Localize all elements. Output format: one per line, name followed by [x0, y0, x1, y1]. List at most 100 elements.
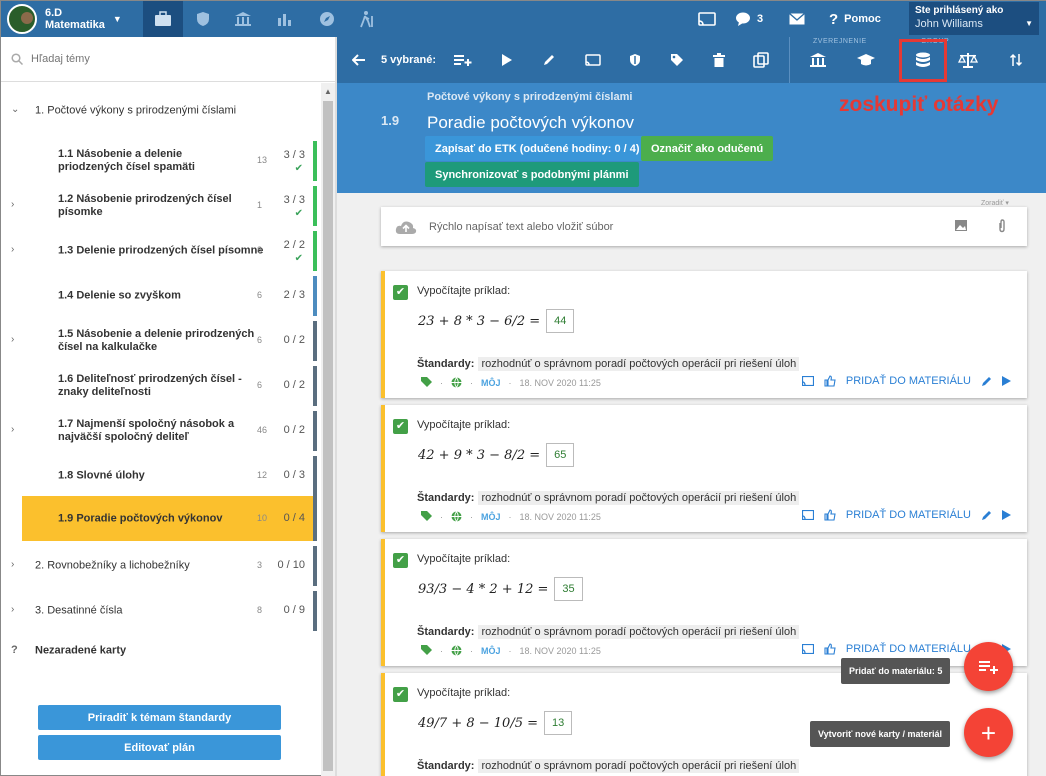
add-to-material-fab[interactable]: [964, 642, 1013, 691]
question-card[interactable]: ✔ Vypočítajte príklad: 42 + 9 * 3 − 8/2 = 6…: [381, 405, 1027, 532]
nav-compass-icon[interactable]: [315, 1, 339, 37]
expand-caret-icon[interactable]: ›: [11, 424, 14, 435]
mark-taught-button[interactable]: Označiť ako odučenú: [641, 136, 774, 161]
institution-icon[interactable]: [805, 37, 831, 83]
topic-item[interactable]: 1.1 Násobenie a delenie priodzených číse…: [1, 141, 317, 181]
messages-button[interactable]: 3: [735, 1, 771, 37]
standard-chip[interactable]: rozhodnúť o správnom poradí počtových op…: [478, 625, 800, 639]
select-checkbox[interactable]: ✔: [393, 553, 408, 568]
pencil-icon[interactable]: [981, 376, 992, 387]
globe-icon[interactable]: [451, 377, 462, 388]
standard-chip[interactable]: rozhodnúť o správnom poradí počtových op…: [478, 491, 800, 505]
quick-input-placeholder[interactable]: Rýchlo napísať text alebo vložiť súbor: [429, 221, 613, 233]
topic-item[interactable]: › 1.3 Delenie prirodzených čísel písomne 8…: [1, 231, 317, 271]
question-icon[interactable]: ?: [11, 644, 18, 656]
quick-input-card[interactable]: Rýchlo napísať text alebo vložiť súbor: [381, 207, 1027, 246]
help-button[interactable]: ? Pomoc: [829, 1, 895, 37]
tag-icon[interactable]: [421, 377, 432, 388]
answer-box[interactable]: 65: [546, 443, 575, 467]
standard-chip[interactable]: rozhodnúť o správnom poradí počtových op…: [478, 357, 800, 371]
add-to-material-link[interactable]: PRIDAŤ DO MATERIÁLU: [846, 643, 971, 655]
cast-icon[interactable]: [801, 510, 814, 520]
graduation-cap-icon[interactable]: [853, 37, 879, 83]
add-to-list-icon[interactable]: [451, 37, 475, 83]
answer-box[interactable]: 13: [544, 711, 573, 735]
etk-button[interactable]: Zapísať do ETK (odučené hodiny: 0 / 4): [425, 136, 650, 161]
unassigned-cards-item[interactable]: ? Nezaradené karty: [1, 636, 317, 666]
trash-icon[interactable]: [707, 37, 731, 83]
nav-institution-icon[interactable]: [231, 1, 255, 37]
topic-item[interactable]: 1.6 Deliteľnosť prirodzených čísel - zna…: [1, 366, 317, 406]
topic-item[interactable]: › 2. Rovnobežníky a lichobežníky 3 0 / 10: [1, 546, 317, 586]
class-switcher[interactable]: 6.D Matematika ▼: [1, 1, 141, 37]
topic-item[interactable]: 1.8 Slovné úlohy 12 0 / 3: [1, 456, 317, 496]
expand-caret-icon[interactable]: ›: [11, 334, 14, 345]
cast-icon[interactable]: [801, 644, 814, 654]
globe-icon[interactable]: [451, 645, 462, 656]
topic-item[interactable]: ⌄ 1. Počtové výkony s prirodzenými číslam…: [1, 97, 317, 125]
assign-standards-button[interactable]: Priradiť k témam štandardy: [38, 705, 281, 730]
search-input[interactable]: [31, 53, 311, 65]
add-to-material-link[interactable]: PRIDAŤ DO MATERIÁLU: [846, 375, 971, 387]
breadcrumb-parent[interactable]: Počtové výkony s prirodzenými číslami: [427, 91, 632, 103]
thumb-up-icon[interactable]: [824, 375, 836, 387]
expand-caret-icon[interactable]: ›: [11, 559, 14, 570]
sync-plans-button[interactable]: Synchronizovať s podobnými plánmi: [425, 162, 639, 187]
tag-icon[interactable]: [665, 37, 689, 83]
pencil-icon[interactable]: [537, 37, 561, 83]
mail-icon[interactable]: [785, 1, 809, 37]
topic-item[interactable]: 1.4 Delenie so zvyškom 6 2 / 3: [1, 276, 317, 316]
scrollbar-thumb[interactable]: [323, 101, 333, 771]
copy-icon[interactable]: [749, 37, 773, 83]
image-icon[interactable]: [955, 220, 967, 231]
select-checkbox[interactable]: ✔: [393, 687, 408, 702]
topic-item[interactable]: › 3. Desatinné čísla 8 0 / 9: [1, 591, 317, 631]
question-card[interactable]: ✔ Vypočítajte príklad: 23 + 8 * 3 − 6/2 = 4…: [381, 271, 1027, 398]
back-arrow-icon[interactable]: [347, 37, 371, 83]
play-icon[interactable]: [495, 37, 519, 83]
group-questions-button[interactable]: [899, 39, 947, 82]
cast-icon[interactable]: [581, 37, 605, 83]
play-icon[interactable]: [1002, 376, 1011, 386]
sidebar-scrollbar[interactable]: ▲: [321, 83, 335, 776]
tag-icon[interactable]: [421, 645, 432, 656]
nav-shield-icon[interactable]: [191, 1, 215, 37]
pencil-icon[interactable]: [981, 510, 992, 521]
attachment-icon[interactable]: [997, 219, 1007, 233]
thumb-up-icon[interactable]: [824, 509, 836, 521]
tag-icon[interactable]: [421, 511, 432, 522]
select-checkbox[interactable]: ✔: [393, 419, 408, 434]
question-card[interactable]: ✔ Vypočítajte príklad: 93/3 − 4 * 2 + 12 =…: [381, 539, 1027, 666]
cast-icon[interactable]: [801, 376, 814, 386]
topic-item[interactable]: › 1.2 Násobenie prirodzených čísel písomk…: [1, 186, 317, 226]
topic-item[interactable]: › 1.5 Násobenie a delenie prirodzených čí…: [1, 321, 317, 361]
nav-chart-icon[interactable]: [273, 1, 297, 37]
play-icon[interactable]: [1002, 510, 1011, 520]
expand-caret-icon[interactable]: ›: [11, 604, 14, 615]
user-menu[interactable]: Ste prihlásený ako John Williams ▼: [909, 2, 1039, 35]
cast-icon[interactable]: [693, 1, 721, 37]
thumb-up-icon[interactable]: [824, 643, 836, 655]
select-checkbox[interactable]: ✔: [393, 285, 408, 300]
scroll-up-icon[interactable]: ▲: [324, 87, 332, 96]
topic-item[interactable]: 1.9 Poradie počtových výkonov 10 0 / 4: [1, 496, 317, 541]
sort-hint[interactable]: Zoradiť ▾: [981, 199, 1009, 207]
create-new-fab[interactable]: +: [964, 708, 1013, 757]
topic-item[interactable]: › 1.7 Najmenší spoločný násobok a najväčš…: [1, 411, 317, 451]
answer-box[interactable]: 35: [554, 577, 583, 601]
answer-box[interactable]: 44: [546, 309, 575, 333]
standard-chip[interactable]: rozhodnúť o správnom poradí počtových op…: [478, 759, 800, 773]
balance-scale-icon[interactable]: [955, 37, 981, 83]
sort-arrows-icon[interactable]: [1005, 37, 1027, 83]
topic-search[interactable]: [1, 37, 335, 82]
progress-count: 0 / 2: [283, 379, 305, 391]
nav-hiking-icon[interactable]: [355, 1, 379, 37]
shield-icon[interactable]: [623, 37, 647, 83]
add-to-material-link[interactable]: PRIDAŤ DO MATERIÁLU: [846, 509, 971, 521]
nav-briefcase-icon[interactable]: [143, 1, 183, 37]
expand-caret-icon[interactable]: ›: [11, 199, 14, 210]
edit-plan-button[interactable]: Editovať plán: [38, 735, 281, 760]
expand-caret-icon[interactable]: ›: [11, 244, 14, 255]
expand-caret-icon[interactable]: ⌄: [11, 104, 19, 115]
globe-icon[interactable]: [451, 511, 462, 522]
